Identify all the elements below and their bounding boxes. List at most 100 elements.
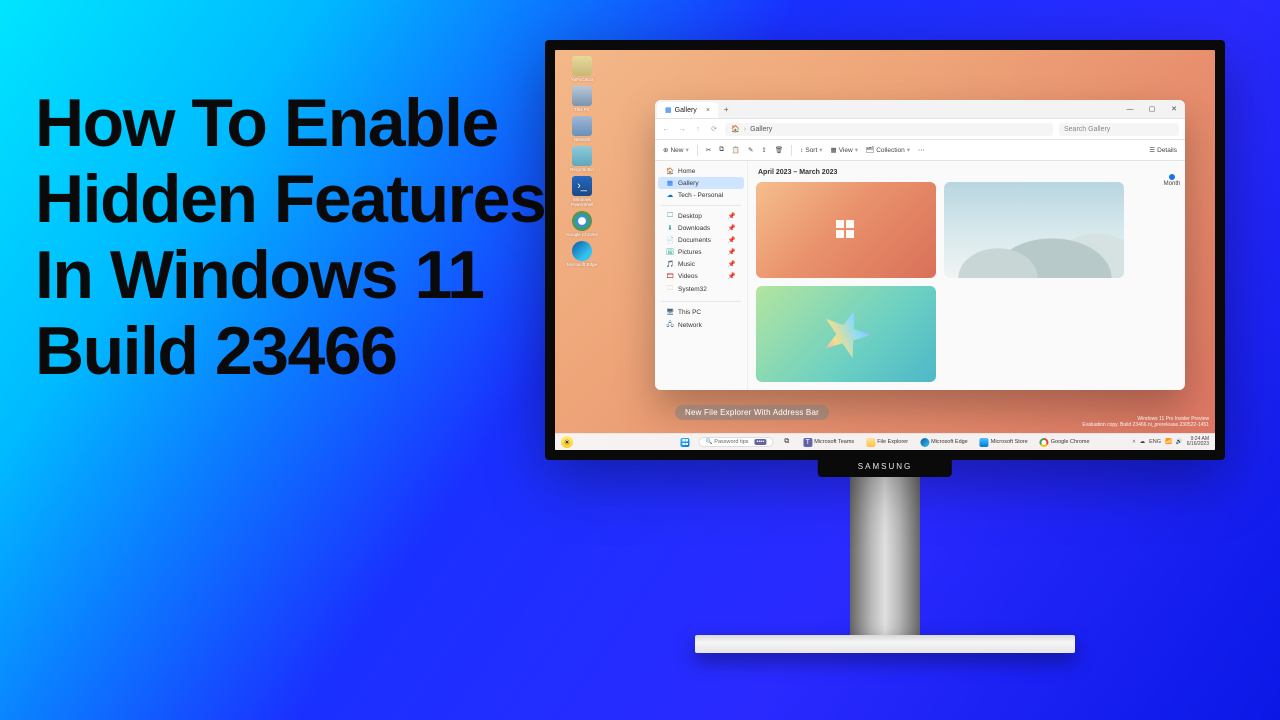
home-icon: 🏠 [731, 125, 740, 133]
sidebar-item-system32[interactable]: 🗀 System32 [658, 282, 744, 297]
taskbar-clock[interactable]: 9:24 AM 6/16/2023 [1187, 437, 1209, 448]
sidebar-item-pictures[interactable]: 🖼 Pictures 📌 [658, 246, 744, 258]
close-button[interactable]: ✕ [1163, 100, 1185, 118]
cut-button[interactable]: ✂ [706, 146, 711, 154]
taskbar-center: 🔍 Password tips •••• ⧉ T Microsoft Teams… [677, 434, 1092, 450]
desktop-icon-powershell[interactable]: ›_ Windows PowerShell [561, 176, 603, 207]
sidebar-item-gallery[interactable]: ▦ Gallery [658, 177, 744, 189]
new-button[interactable]: ⊕ New ▾ [663, 146, 689, 154]
collection-icon: 🗂 [866, 146, 874, 154]
sidebar-item-desktop[interactable]: 🖵 Desktop 📌 [658, 210, 744, 222]
taskbar-item-edge[interactable]: Microsoft Edge [917, 437, 971, 448]
desktop-icon-label: Microsoft Edge [561, 262, 603, 267]
taskbar: ☀ 🔍 Password tips •••• ⧉ T Microsoft Tea… [555, 433, 1215, 450]
taskbar-item-chrome[interactable]: Google Chrome [1037, 437, 1093, 448]
desktop-icons: YaFuCaUo This PC Network Recycle Bin ›_ … [561, 56, 603, 267]
new-tab-button[interactable]: + [718, 105, 735, 114]
network-tray-icon[interactable]: 📶 [1165, 439, 1172, 445]
tab-close-icon[interactable]: × [706, 107, 710, 114]
separator [697, 145, 698, 156]
search-input[interactable]: Search Gallery [1059, 123, 1179, 136]
task-view-icon: ⧉ [782, 438, 791, 447]
desktop-icon-edge[interactable]: Microsoft Edge [561, 241, 603, 267]
nav-forward-button[interactable]: → [677, 126, 687, 133]
copy-button[interactable]: ⧉ [719, 146, 724, 154]
pin-icon: 📌 [728, 224, 736, 232]
gallery-thumbnail[interactable] [944, 182, 1124, 278]
minimize-button[interactable]: — [1119, 100, 1141, 118]
pin-icon: 📌 [728, 260, 736, 268]
pin-icon: 📌 [728, 248, 736, 256]
nav-back-button[interactable]: ← [661, 126, 671, 133]
sidebar-item-downloads[interactable]: ⬇ Downloads 📌 [658, 222, 744, 234]
gallery-pane: April 2023 – March 2023 Month [748, 161, 1185, 390]
tray-overflow-button[interactable]: ˄ [1132, 439, 1135, 445]
gallery-grid [756, 182, 1177, 382]
pc-icon [572, 86, 592, 106]
desktop-icon-label: Windows PowerShell [561, 197, 603, 207]
taskbar-item-teams[interactable]: T Microsoft Teams [800, 437, 857, 448]
breadcrumb[interactable]: 🏠 › Gallery [725, 123, 1053, 136]
nav-up-button[interactable]: ↑ [693, 126, 703, 133]
file-explorer-window: ▦ Gallery × + — ▢ ✕ ← → ↑ ⟳ [655, 100, 1185, 390]
window-tab-gallery[interactable]: ▦ Gallery × [657, 102, 718, 118]
window-titlebar[interactable]: ▦ Gallery × + — ▢ ✕ [655, 100, 1185, 119]
pin-icon: 📌 [728, 272, 736, 280]
timeline-scrubber[interactable]: Month [1163, 175, 1181, 195]
taskbar-search[interactable]: 🔍 Password tips •••• [698, 437, 773, 447]
taskbar-item-file-explorer[interactable]: File Explorer [863, 437, 911, 448]
rename-button[interactable]: ✎ [748, 146, 753, 154]
windows-icon [680, 438, 689, 447]
address-bar-row: ← → ↑ ⟳ 🏠 › Gallery Search Gallery [655, 119, 1185, 140]
desktop-icon-label: Recycle Bin [561, 167, 603, 172]
pc-icon: 🖥 [666, 308, 674, 316]
collection-button[interactable]: 🗂 Collection ▾ [866, 146, 910, 154]
gallery-thumbnail[interactable] [756, 182, 936, 278]
system-tray: ˄ ☁ ENG 📶 🔊 9:24 AM 6/16/2023 [1132, 437, 1209, 448]
desktop-icon-folder[interactable]: YaFuCaUo [561, 56, 603, 82]
weather-widget[interactable]: ☀ [561, 436, 573, 448]
recycle-bin-icon [572, 146, 592, 166]
onedrive-tray-icon[interactable]: ☁ [1140, 439, 1146, 445]
videos-icon: 🎞 [666, 272, 674, 280]
plus-circle-icon: ⊕ [663, 146, 668, 154]
navigation-pane: 🏠 Home ▦ Gallery ☁ Tech - Personal [655, 161, 748, 390]
paste-button[interactable]: 📋 [732, 146, 740, 154]
maximize-button[interactable]: ▢ [1141, 100, 1163, 118]
task-view-button[interactable]: ⧉ [779, 437, 794, 448]
language-indicator[interactable]: ENG [1149, 439, 1161, 445]
desktop-icon-label: Google Chrome [561, 232, 603, 237]
taskbar-item-store[interactable]: Microsoft Store [977, 437, 1031, 448]
sidebar-item-music[interactable]: 🎵 Music 📌 [658, 258, 744, 270]
desktop-icon-recycle-bin[interactable]: Recycle Bin [561, 146, 603, 172]
gallery-thumbnail[interactable] [756, 286, 936, 382]
details-button[interactable]: ☰ Details [1149, 146, 1177, 154]
sort-button[interactable]: ↕ Sort ▾ [800, 146, 822, 154]
desktop-icon-this-pc[interactable]: This PC [561, 86, 603, 112]
start-button[interactable] [677, 437, 692, 448]
sidebar-item-network[interactable]: 🖧 Network [658, 318, 744, 333]
divider [661, 301, 741, 302]
sidebar-item-documents[interactable]: 📄 Documents 📌 [658, 234, 744, 246]
hero-line-3: In Windows 11 [35, 237, 595, 313]
desktop-icon-network[interactable]: Network [561, 116, 603, 142]
file-explorer-icon [866, 438, 875, 447]
view-button[interactable]: ▦ View ▾ [831, 146, 858, 154]
pictures-icon: 🖼 [666, 248, 674, 256]
more-button[interactable]: ⋯ [918, 146, 925, 154]
sidebar-item-videos[interactable]: 🎞 Videos 📌 [658, 270, 744, 282]
volume-tray-icon[interactable]: 🔊 [1176, 439, 1183, 445]
sidebar-item-home[interactable]: 🏠 Home [658, 165, 744, 177]
hero-line-4: Build 23466 [35, 313, 595, 389]
delete-button[interactable]: 🗑 [775, 146, 783, 154]
desktop-icon-chrome[interactable]: Google Chrome [561, 211, 603, 237]
sidebar-item-this-pc[interactable]: 🖥 This PC [658, 306, 744, 318]
share-button[interactable]: ⇪ [761, 146, 766, 154]
sidebar-item-onedrive[interactable]: ☁ Tech - Personal [658, 189, 744, 201]
nav-refresh-button[interactable]: ⟳ [709, 125, 719, 133]
monitor-stand-neck [850, 477, 920, 637]
chevron-right-icon: › [744, 126, 746, 133]
overlay-caption: New File Explorer With Address Bar [675, 405, 829, 420]
breadcrumb-label: Gallery [750, 126, 772, 133]
pin-icon: 📌 [728, 212, 736, 220]
